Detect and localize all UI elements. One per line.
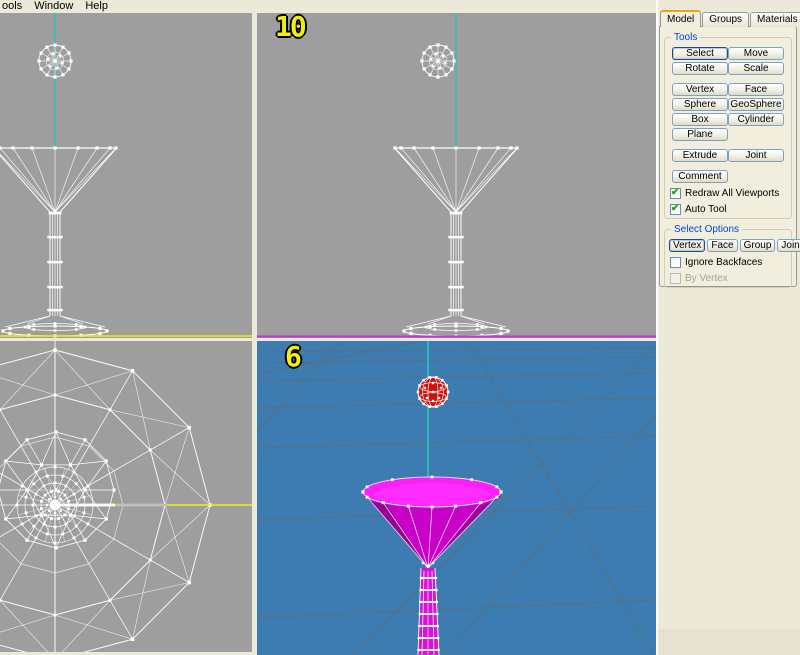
viewport-frame-label: 6 — [285, 344, 300, 369]
select-options-group-title: Select Options — [671, 224, 742, 235]
move-button[interactable]: Move — [728, 47, 784, 60]
ignore-backfaces-checkbox[interactable] — [670, 257, 681, 268]
top-viewport[interactable] — [0, 341, 252, 652]
tool-panel: ModelGroupsMaterialsJoints Tools SelectM… — [656, 0, 800, 655]
checkbox-label: Redraw All Viewports — [685, 188, 779, 199]
extrude-button[interactable]: Extrude — [672, 149, 728, 162]
viewport-frame-label: 10 — [275, 14, 305, 39]
model-tab-page: Tools SelectMoveRotateScaleVertexFaceSph… — [659, 26, 797, 287]
select-joint-button[interactable]: Joint — [777, 239, 800, 252]
panel-tabs: ModelGroupsMaterialsJoints — [660, 10, 800, 27]
select-button[interactable]: Select — [672, 47, 728, 60]
side-viewport-canvas — [257, 13, 656, 338]
box-button[interactable]: Box — [672, 113, 728, 126]
menu-item-window[interactable]: Window — [28, 0, 79, 13]
vertex-button[interactable]: Vertex — [672, 83, 728, 96]
perspective-viewport[interactable]: 6 — [257, 341, 656, 655]
comment-button[interactable]: Comment — [672, 170, 728, 183]
face-button[interactable]: Face — [728, 83, 784, 96]
select-options-groupbox: Select Options VertexFaceGroupJoint Igno… — [664, 229, 792, 288]
checkbox-label: Ignore Backfaces — [685, 257, 762, 268]
select-face-button[interactable]: Face — [707, 239, 737, 252]
tools-group-title: Tools — [671, 32, 700, 43]
by-vertex-checkbox — [670, 273, 681, 284]
tab-materials[interactable]: Materials — [750, 12, 800, 27]
auto-tool-checkbox[interactable] — [670, 204, 681, 215]
app-window: oolsWindowHelp 10 6 ModelGroupsMaterials… — [0, 0, 800, 655]
select-group-button[interactable]: Group — [740, 239, 776, 252]
menu-item-help[interactable]: Help — [79, 0, 114, 13]
tab-groups[interactable]: Groups — [702, 12, 749, 27]
tab-model[interactable]: Model — [660, 10, 701, 27]
cylinder-button[interactable]: Cylinder — [728, 113, 784, 126]
select-vertex-button[interactable]: Vertex — [669, 239, 705, 252]
geosphere-button[interactable]: GeoSphere — [728, 98, 784, 111]
checkbox-label: Auto Tool — [685, 204, 727, 215]
front-viewport-canvas — [0, 13, 252, 338]
scale-button[interactable]: Scale — [728, 62, 784, 75]
rotate-button[interactable]: Rotate — [672, 62, 728, 75]
plane-button[interactable]: Plane — [672, 128, 728, 141]
menu-item-ools[interactable]: ools — [0, 0, 28, 13]
sphere-button[interactable]: Sphere — [672, 98, 728, 111]
tools-groupbox: Tools SelectMoveRotateScaleVertexFaceSph… — [664, 37, 792, 219]
perspective-viewport-canvas — [257, 341, 656, 655]
redraw-all-viewports-checkbox[interactable] — [670, 188, 681, 199]
panel-footer — [658, 629, 800, 655]
joint-button[interactable]: Joint — [728, 149, 784, 162]
top-viewport-canvas — [0, 341, 252, 652]
side-viewport[interactable]: 10 — [257, 13, 656, 338]
front-viewport[interactable] — [0, 13, 252, 338]
checkbox-label: By Vertex — [685, 273, 728, 284]
